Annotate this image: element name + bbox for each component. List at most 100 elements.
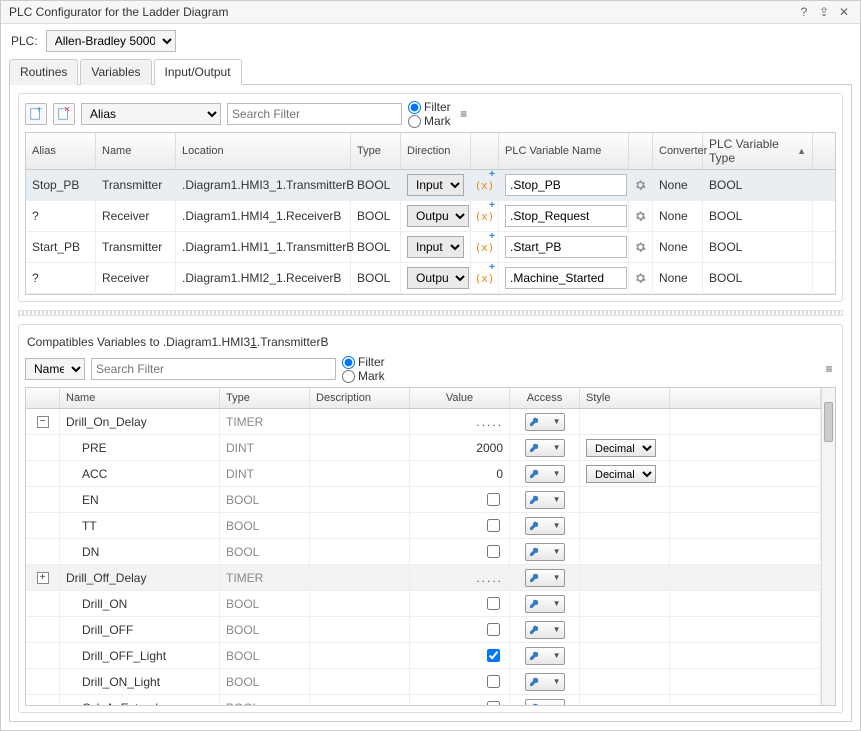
compat-search-input[interactable] xyxy=(91,358,336,380)
col-plcvar[interactable]: PLC Variable Name xyxy=(499,133,629,169)
col-type[interactable]: Type xyxy=(351,133,401,169)
access-button[interactable]: ▼ xyxy=(525,595,565,613)
access-button[interactable]: ▼ xyxy=(525,465,565,483)
io-converter-gear[interactable] xyxy=(629,232,653,262)
io-bind-cell[interactable]: (x)+ xyxy=(471,201,499,231)
compat-row[interactable]: PREDINT2000▼Decimal xyxy=(26,435,821,461)
io-bind-cell[interactable]: (x)+ xyxy=(471,232,499,262)
io-plcvar-input[interactable] xyxy=(505,267,627,289)
access-button[interactable]: ▼ xyxy=(525,569,565,587)
remove-page-button[interactable]: × xyxy=(53,103,75,125)
compat-value-checkbox[interactable] xyxy=(487,493,500,506)
io-direction-select[interactable]: Input xyxy=(407,174,464,196)
access-button[interactable]: ▼ xyxy=(525,413,565,431)
access-button[interactable]: ▼ xyxy=(525,543,565,561)
io-row[interactable]: Start_PBTransmitter.Diagram1.HMI1_1.Tran… xyxy=(26,232,835,263)
io-converter-gear[interactable] xyxy=(629,201,653,231)
compat-grid: Name Type Description Value Access Style… xyxy=(25,387,836,706)
compat-value-checkbox[interactable] xyxy=(487,545,500,558)
tab-routines[interactable]: Routines xyxy=(9,59,78,85)
compat-row[interactable]: +Drill_Off_DelayTIMER.....▼ xyxy=(26,565,821,591)
plc-dropdown[interactable]: Allen-Bradley 5000 xyxy=(46,30,176,52)
compat-name-dropdown[interactable]: Name xyxy=(25,358,85,380)
access-button[interactable]: ▼ xyxy=(525,491,565,509)
compat-row[interactable]: TTBOOL▼ xyxy=(26,513,821,539)
compat-value-checkbox[interactable] xyxy=(487,649,500,662)
io-ptype: BOOL xyxy=(703,263,813,293)
tab-variables[interactable]: Variables xyxy=(80,59,151,85)
compat-value-checkbox[interactable] xyxy=(487,519,500,532)
style-select[interactable]: Decimal xyxy=(586,439,656,457)
io-row[interactable]: ?Receiver.Diagram1.HMI4_1.ReceiverBBOOLO… xyxy=(26,201,835,232)
io-search-input[interactable] xyxy=(227,103,402,125)
expand-toggle[interactable]: + xyxy=(37,572,49,584)
chevron-down-icon: ▼ xyxy=(553,469,561,478)
io-direction-select[interactable]: Output xyxy=(407,267,469,289)
compat-mark-radio[interactable]: Mark xyxy=(342,369,385,383)
col-v-value[interactable]: Value xyxy=(410,388,510,408)
variable-bind-icon: (x) xyxy=(475,210,495,223)
io-bind-cell[interactable]: (x)+ xyxy=(471,263,499,293)
col-alias[interactable]: Alias xyxy=(26,133,96,169)
access-button[interactable]: ▼ xyxy=(525,621,565,639)
close-icon[interactable]: ✕ xyxy=(836,5,852,19)
compat-row[interactable]: Drill_OFF_LightBOOL▼ xyxy=(26,643,821,669)
compat-row[interactable]: Drill_ON_LightBOOL▼ xyxy=(26,669,821,695)
io-plcvar-input[interactable] xyxy=(505,205,627,227)
compat-value-checkbox[interactable] xyxy=(487,675,500,688)
compat-desc xyxy=(310,591,410,616)
pin-icon[interactable]: ⇪ xyxy=(816,5,832,19)
panel-splitter[interactable] xyxy=(18,310,843,316)
io-toolbar-options-icon[interactable]: ≡ xyxy=(457,107,471,121)
io-plcvar-input[interactable] xyxy=(505,236,627,258)
compat-row[interactable]: DNBOOL▼ xyxy=(26,539,821,565)
style-select[interactable]: Decimal xyxy=(586,465,656,483)
tab-io[interactable]: Input/Output xyxy=(154,59,242,85)
col-converter[interactable]: Converter xyxy=(653,133,703,169)
compat-value-checkbox[interactable] xyxy=(487,701,500,706)
io-row[interactable]: ?Receiver.Diagram1.HMI2_1.ReceiverBBOOLO… xyxy=(26,263,835,294)
access-button[interactable]: ▼ xyxy=(525,517,565,535)
compat-row[interactable]: ENBOOL▼ xyxy=(26,487,821,513)
access-button[interactable]: ▼ xyxy=(525,647,565,665)
compat-row[interactable]: Cyl_A_ExtendBOOL▼ xyxy=(26,695,821,706)
compat-row[interactable]: −Drill_On_DelayTIMER.....▼ xyxy=(26,409,821,435)
compat-toolbar-options-icon[interactable]: ≡ xyxy=(822,362,836,376)
col-v-style[interactable]: Style xyxy=(580,388,670,408)
io-direction-select[interactable]: Output xyxy=(407,205,469,227)
expand-toggle[interactable]: − xyxy=(37,416,49,428)
col-v-access[interactable]: Access xyxy=(510,388,580,408)
compat-scrollbar[interactable] xyxy=(821,388,835,705)
compat-row[interactable]: ACCDINT0▼Decimal xyxy=(26,461,821,487)
compat-row[interactable]: Drill_ONBOOL▼ xyxy=(26,591,821,617)
compat-value-cell: 0 xyxy=(410,461,510,486)
compat-value-checkbox[interactable] xyxy=(487,597,500,610)
io-plcvar-cell xyxy=(499,201,629,231)
io-converter-gear[interactable] xyxy=(629,263,653,293)
alias-dropdown[interactable]: Alias xyxy=(81,103,221,125)
compat-row[interactable]: Drill_OFFBOOL▼ xyxy=(26,617,821,643)
io-bind-cell[interactable]: (x)+ xyxy=(471,170,499,200)
io-row[interactable]: Stop_PBTransmitter.Diagram1.HMI3_1.Trans… xyxy=(26,170,835,201)
io-converter-gear[interactable] xyxy=(629,170,653,200)
add-page-button[interactable]: + xyxy=(25,103,47,125)
io-direction-select[interactable]: Input xyxy=(407,236,464,258)
col-location[interactable]: Location xyxy=(176,133,351,169)
chevron-down-icon: ▼ xyxy=(553,495,561,504)
col-v-desc[interactable]: Description xyxy=(310,388,410,408)
access-button[interactable]: ▼ xyxy=(525,699,565,707)
io-filter-radio[interactable]: Filter xyxy=(408,100,451,114)
io-plcvar-input[interactable] xyxy=(505,174,627,196)
col-plcvartype[interactable]: PLC Variable Type▲ xyxy=(703,133,813,169)
compat-filter-radio[interactable]: Filter xyxy=(342,355,385,369)
access-button[interactable]: ▼ xyxy=(525,439,565,457)
col-v-type[interactable]: Type xyxy=(220,388,310,408)
help-icon[interactable]: ? xyxy=(796,5,812,19)
col-v-name[interactable]: Name xyxy=(60,388,220,408)
compat-value-checkbox[interactable] xyxy=(487,623,500,636)
col-name[interactable]: Name xyxy=(96,133,176,169)
compat-value: ..... xyxy=(476,415,503,429)
access-button[interactable]: ▼ xyxy=(525,673,565,691)
col-direction[interactable]: Direction xyxy=(401,133,471,169)
io-mark-radio[interactable]: Mark xyxy=(408,114,451,128)
